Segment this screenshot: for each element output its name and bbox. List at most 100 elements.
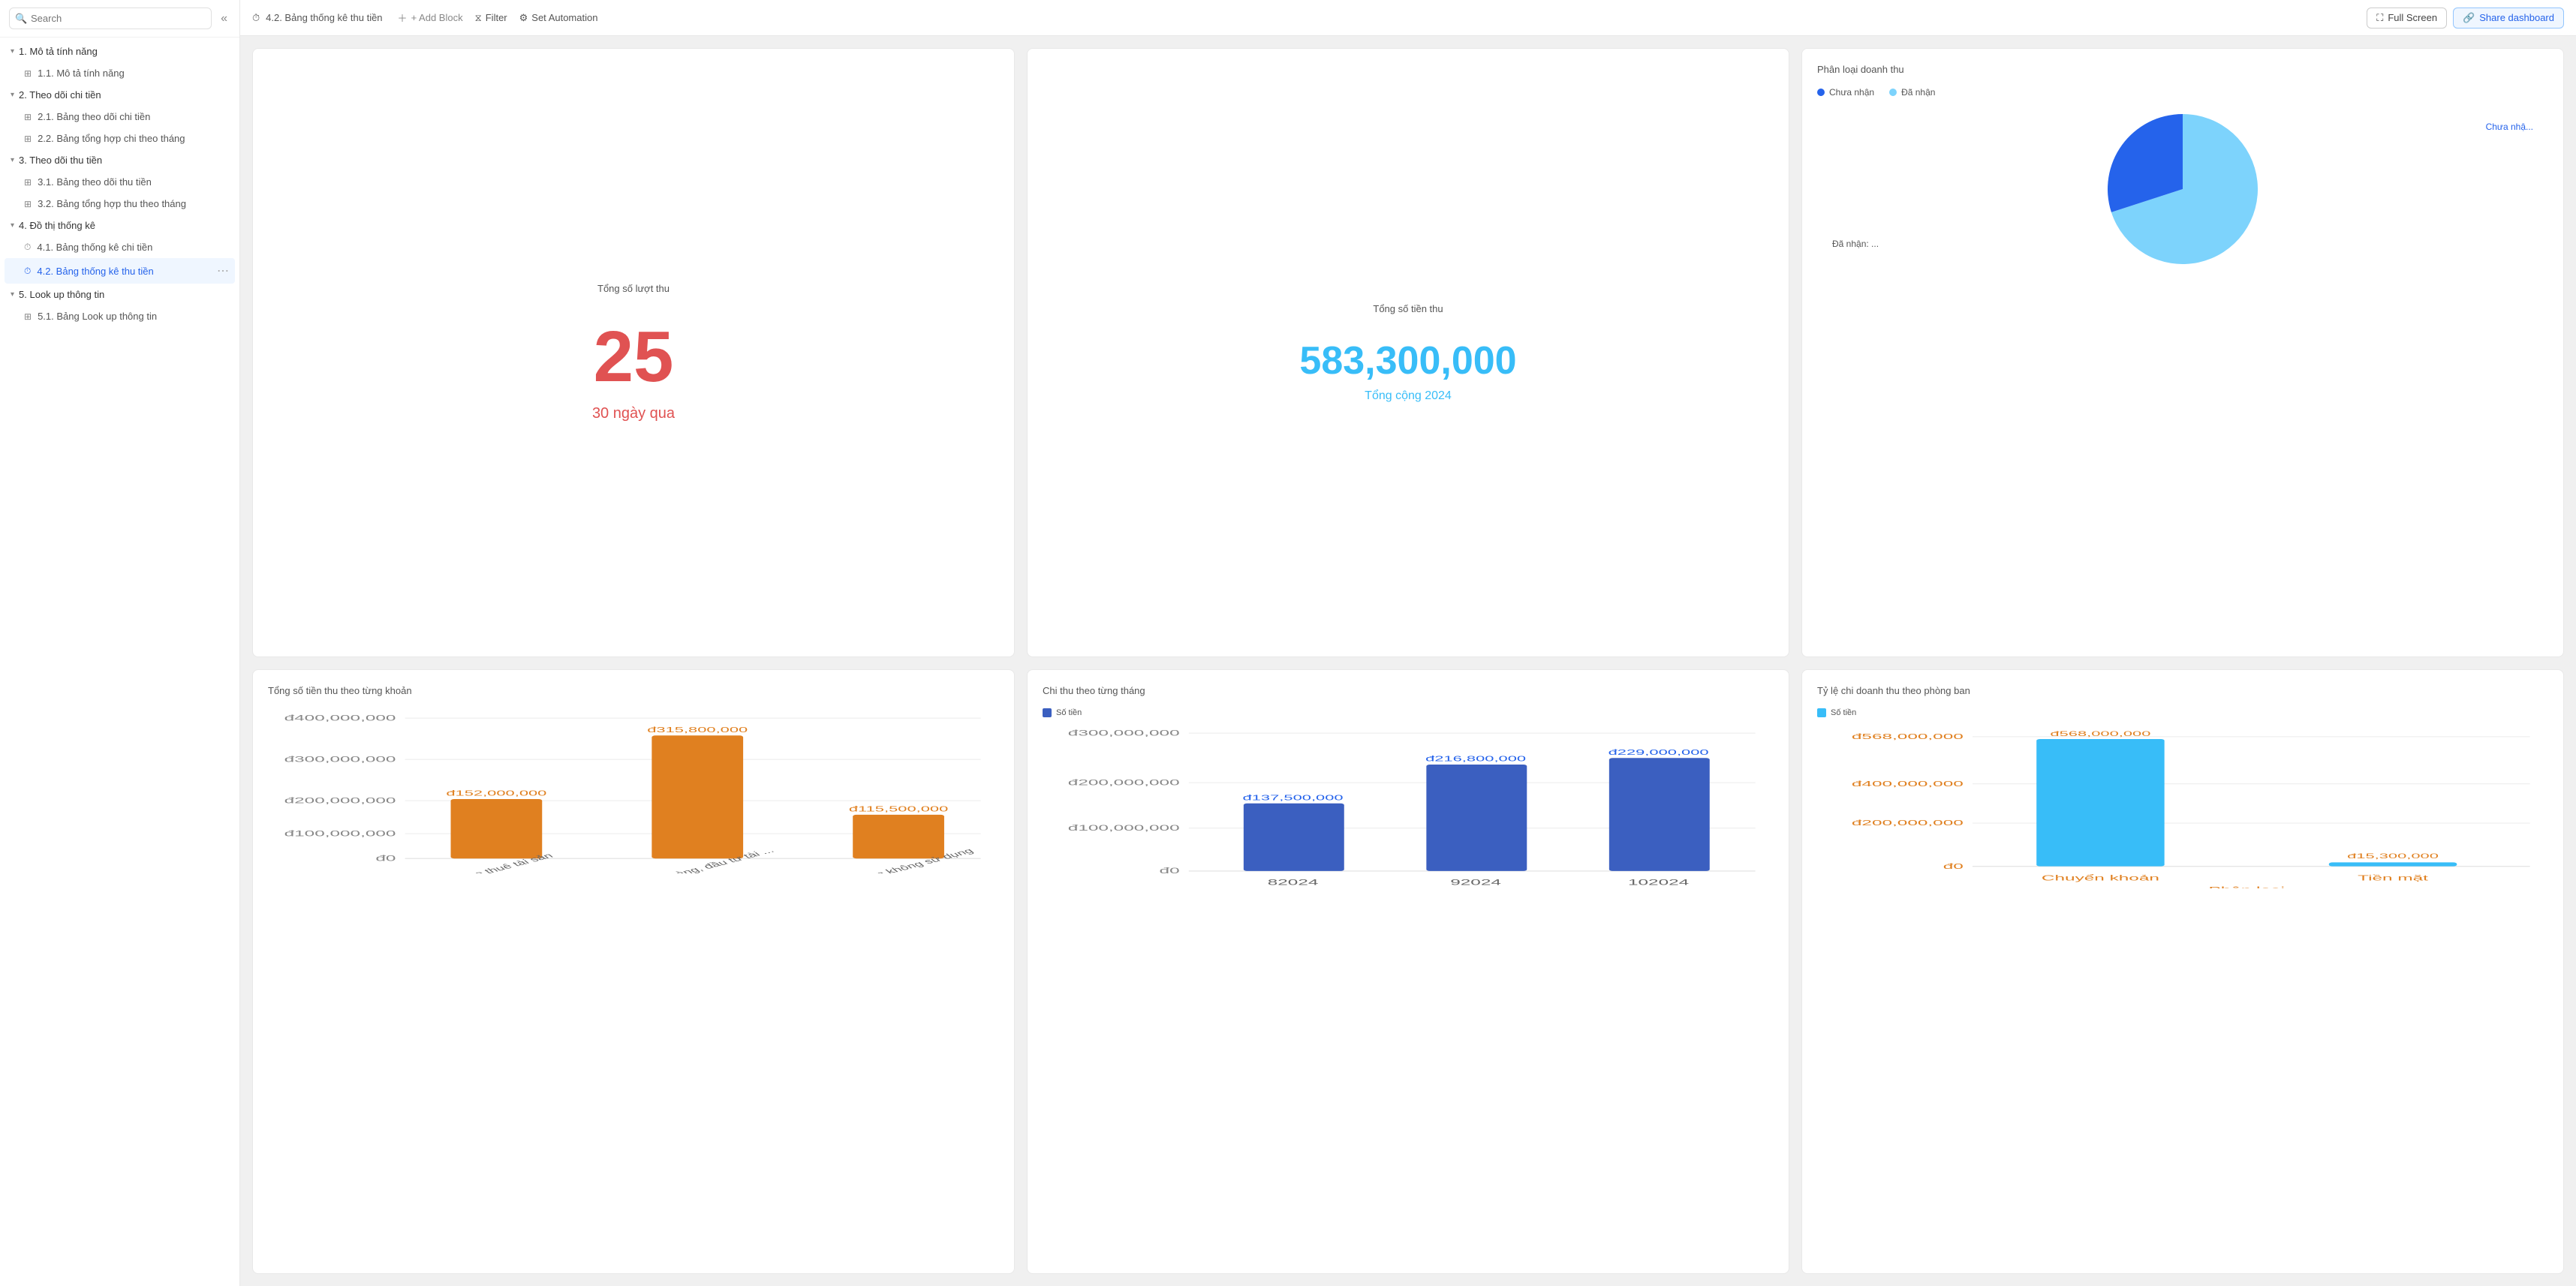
svg-text:92024: 92024 (1450, 878, 1501, 887)
sidebar-item-4-2-label: 4.2. Bảng thống kê thu tiền (37, 266, 153, 277)
sidebar-item-2-2[interactable]: ⊞ 2.2. Bảng tổng hợp chi theo tháng (0, 128, 239, 149)
sidebar-item-3-1-label: 3.1. Bảng theo dõi thu tiền (38, 176, 152, 188)
pie-chua-text: Chưa nhậ... (2486, 122, 2533, 132)
bar-82024 (1244, 804, 1344, 871)
bar-chart-thang-svg: đ300,000,000 đ200,000,000 đ100,000,000 đ… (1043, 723, 1774, 888)
sidebar-item-2-1[interactable]: ⊞ 2.1. Bảng theo dõi chi tiền (0, 106, 239, 128)
svg-text:đ568,000,000: đ568,000,000 (1852, 732, 1964, 741)
automation-label: Set Automation (531, 12, 597, 23)
sidebar-item-3-1[interactable]: ⊞ 3.1. Bảng theo dõi thu tiền (0, 171, 239, 193)
more-options-icon[interactable]: ⋯ (217, 263, 229, 278)
pie-legend: Chưa nhận Đã nhận (1817, 87, 2548, 98)
card-1-subtitle: 30 ngày qua (592, 405, 675, 422)
card-bar-thang: Chi thu theo từng tháng Số tiền đ300,000… (1027, 669, 1789, 1274)
svg-text:đ137,500,000: đ137,500,000 (1243, 794, 1344, 802)
main-content: ⏱ 4.2. Bảng thống kê thu tiền ＋ + Add Bl… (240, 0, 2576, 1286)
sidebar-item-4-1-label: 4.1. Bảng thống kê chi tiền (37, 242, 152, 253)
card-total-count: Tổng số lượt thu 25 30 ngày qua (252, 48, 1015, 657)
sidebar-search-bar: 🔍 « (0, 0, 239, 38)
sidebar-item-3-2[interactable]: ⊞ 3.2. Bảng tổng hợp thu theo tháng (0, 193, 239, 215)
sidebar-item-4-1[interactable]: ⏱ 4.1. Bảng thống kê chi tiền (0, 236, 239, 258)
clock-icon: ⏱ (24, 242, 31, 253)
svg-text:đ200,000,000: đ200,000,000 (1852, 819, 1964, 828)
set-automation-button[interactable]: ⚙ Set Automation (519, 12, 598, 24)
svg-text:đ300,000,000: đ300,000,000 (284, 755, 396, 764)
collapse-sidebar-button[interactable]: « (218, 11, 230, 27)
search-icon: 🔍 (15, 13, 27, 25)
svg-text:Phân loại: Phân loại (2208, 885, 2284, 888)
sidebar-item-5-1[interactable]: ⊞ 5.1. Bảng Look up thông tin (0, 305, 239, 327)
arrow-icon: ▾ (11, 91, 14, 99)
sidebar-item-2-1-label: 2.1. Bảng theo dõi chi tiền (38, 111, 150, 122)
svg-text:đ400,000,000: đ400,000,000 (284, 714, 396, 723)
svg-text:đ100,000,000: đ100,000,000 (1068, 824, 1180, 833)
card-6-legend-label: Số tiền (1831, 708, 1856, 717)
bar-tien-mat (2329, 862, 2457, 866)
svg-text:đ115,500,000: đ115,500,000 (849, 805, 948, 813)
sidebar-section-5-label: 5. Look up thông tin (19, 289, 104, 300)
automation-icon: ⚙ (519, 12, 528, 24)
sidebar-section-4-label: 4. Đồ thị thống kê (19, 220, 95, 231)
topbar-right: ⛶ Full Screen 🔗 Share dashboard (2367, 8, 2564, 29)
table-icon: ⊞ (24, 68, 32, 79)
topbar-title: ⏱ 4.2. Bảng thống kê thu tiền (252, 12, 383, 24)
card-bar-khoan: Tổng số tiền thu theo từng khoản đ400,00… (252, 669, 1015, 1274)
sidebar-section-2[interactable]: ▾ 2. Theo dõi chi tiền (0, 84, 239, 106)
add-block-button[interactable]: ＋ + Add Block (398, 11, 463, 25)
table-icon: ⊞ (24, 177, 32, 188)
sidebar-item-3-2-label: 3.2. Bảng tổng hợp thu theo tháng (38, 198, 186, 209)
svg-text:đ100,000,000: đ100,000,000 (284, 829, 396, 838)
sidebar-item-1-1[interactable]: ⊞ 1.1. Mô tả tính năng (0, 62, 239, 84)
clock-icon: ⏱ (252, 12, 260, 24)
search-input[interactable] (9, 8, 212, 29)
pie-container: Chưa nhậ... Đã nhận: ... (1817, 107, 2548, 272)
card-5-legend-label: Số tiền (1056, 708, 1082, 717)
sidebar: 🔍 « ▾ 1. Mô tả tính năng ⊞ 1.1. Mô tả tí… (0, 0, 240, 1286)
card-1-title: Tổng số lượt thu (597, 283, 670, 294)
search-wrap: 🔍 (9, 8, 212, 29)
svg-text:82024: 82024 (1268, 878, 1319, 887)
card-2-subtitle: Tổng cộng 2024 (1365, 389, 1452, 403)
legend-so-tien-sq (1043, 708, 1052, 717)
topbar-actions: ＋ + Add Block ⧖ Filter ⚙ Set Automation (398, 11, 598, 25)
table-icon: ⊞ (24, 112, 32, 122)
svg-text:đ15,300,000: đ15,300,000 (2347, 852, 2439, 861)
table-icon: ⊞ (24, 311, 32, 322)
bar-ban-tai-san (853, 815, 944, 858)
sidebar-section-1[interactable]: ▾ 1. Mô tả tính năng (0, 41, 239, 62)
card-6-title: Tỷ lệ chi doanh thu theo phòng ban (1817, 685, 2548, 696)
clock-icon: ⏱ (24, 266, 31, 277)
card-6-legend: Số tiền (1817, 708, 2548, 717)
card-5-legend: Số tiền (1043, 708, 1774, 717)
sidebar-section-3[interactable]: ▾ 3. Theo dõi thu tiền (0, 149, 239, 171)
bar-102024 (1609, 758, 1710, 871)
sidebar-item-4-2[interactable]: ⏱ 4.2. Bảng thống kê thu tiền ⋯ (5, 258, 235, 284)
filter-button[interactable]: ⧖ Filter (475, 12, 507, 24)
card-total-money: Tổng số tiền thu 583,300,000 Tổng cộng 2… (1027, 48, 1789, 657)
card-3-title: Phân loại doanh thu (1817, 64, 2548, 75)
pie-label-chua: Chưa nhậ... (2486, 122, 2533, 132)
card-5-title: Chi thu theo từng tháng (1043, 685, 1774, 696)
bar-thu-cho-thue (451, 799, 543, 858)
add-icon: ＋ (398, 11, 408, 25)
table-icon: ⊞ (24, 199, 32, 209)
bar-92024 (1426, 765, 1527, 871)
sidebar-section-2-label: 2. Theo dõi chi tiền (19, 89, 101, 101)
sidebar-section-4[interactable]: ▾ 4. Đồ thị thống kê (0, 215, 239, 236)
topbar: ⏱ 4.2. Bảng thống kê thu tiền ＋ + Add Bl… (240, 0, 2576, 36)
legend-chua-nhan: Chưa nhận (1817, 87, 1874, 98)
sidebar-item-1-1-label: 1.1. Mô tả tính năng (38, 68, 125, 79)
page-title: 4.2. Bảng thống kê thu tiền (266, 12, 382, 23)
add-block-label: + Add Block (411, 12, 463, 23)
arrow-icon: ▾ (11, 290, 14, 299)
card-1-number: 25 (594, 321, 674, 393)
svg-text:đ200,000,000: đ200,000,000 (1068, 778, 1180, 787)
svg-text:đ216,800,000: đ216,800,000 (1425, 755, 1526, 763)
svg-text:đ0: đ0 (1943, 861, 1964, 870)
sidebar-section-5[interactable]: ▾ 5. Look up thông tin (0, 284, 239, 305)
bar-chart-khoan-svg: đ400,000,000 đ300,000,000 đ200,000,000 đ… (268, 708, 999, 873)
bar-lai-ngan-hang (652, 735, 743, 858)
dashboard-grid: Tổng số lượt thu 25 30 ngày qua Tổng số … (240, 36, 2576, 1286)
share-dashboard-button[interactable]: 🔗 Share dashboard (2453, 8, 2564, 29)
fullscreen-button[interactable]: ⛶ Full Screen (2367, 8, 2447, 29)
